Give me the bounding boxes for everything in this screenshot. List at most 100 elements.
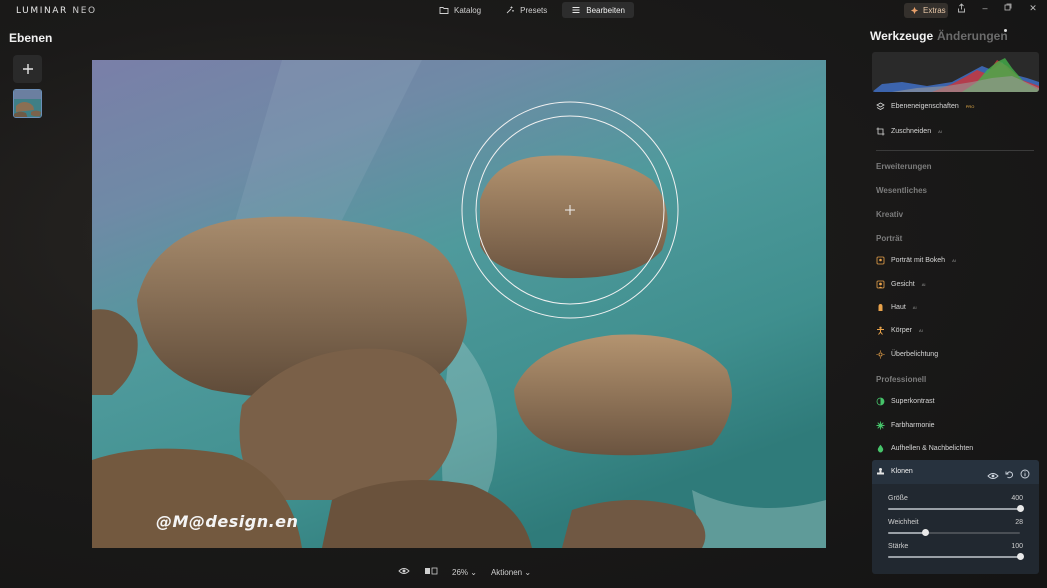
app-logo: LUMINAR NEO bbox=[16, 6, 97, 16]
face-icon bbox=[876, 280, 885, 289]
tab-bearbeiten[interactable]: Bearbeiten bbox=[562, 2, 634, 18]
notification-dot bbox=[1004, 29, 1007, 32]
slider-label-softness: Weichheit bbox=[888, 519, 919, 526]
slider-label-strength: Stärke bbox=[888, 543, 909, 550]
watermark-text: @M@design.en bbox=[156, 512, 299, 531]
tool-layer-properties-label: Ebeneneigenschaften bbox=[891, 103, 959, 110]
tool-color-harmony[interactable]: Farbharmonie bbox=[876, 421, 935, 430]
section-kreativ[interactable]: Kreativ bbox=[876, 210, 903, 219]
tool-face[interactable]: Gesicht AI bbox=[876, 280, 926, 289]
pro-badge: PRO bbox=[965, 104, 975, 109]
tool-crop[interactable]: Zuschneiden AI bbox=[876, 127, 942, 136]
close-icon[interactable]: ✕ bbox=[1026, 3, 1040, 14]
slider-softness[interactable] bbox=[888, 529, 1020, 536]
tool-body[interactable]: Körper AI bbox=[876, 326, 923, 335]
tool-supercontrast[interactable]: Superkontrast bbox=[876, 397, 935, 406]
tool-face-label: Gesicht bbox=[891, 281, 915, 288]
slider-softness-fill bbox=[888, 532, 925, 534]
stamp-icon bbox=[876, 467, 885, 476]
tab-tools[interactable]: Werkzeuge bbox=[870, 29, 933, 43]
tool-skin-label: Haut bbox=[891, 304, 906, 311]
slider-value-strength: 100 bbox=[1011, 543, 1023, 550]
body-icon bbox=[876, 326, 885, 335]
section-portraet[interactable]: Porträt bbox=[876, 234, 902, 243]
tab-bearbeiten-label: Bearbeiten bbox=[586, 5, 625, 15]
ai-badge: AI bbox=[938, 129, 942, 134]
chevron-down-icon: ⌄ bbox=[468, 567, 477, 577]
logo-sub: NEO bbox=[72, 6, 97, 16]
tool-clone[interactable]: Klonen bbox=[876, 467, 913, 476]
tool-clone-label: Klonen bbox=[891, 468, 913, 475]
section-wesentliches[interactable]: Wesentliches bbox=[876, 186, 927, 195]
tool-color-harmony-label: Farbharmonie bbox=[891, 422, 935, 429]
tool-crop-label: Zuschneiden bbox=[891, 128, 932, 135]
sun-icon bbox=[876, 350, 885, 359]
info-icon[interactable] bbox=[1020, 466, 1030, 484]
chevron-down-icon: ⌄ bbox=[522, 567, 532, 577]
extras-button[interactable]: Extras bbox=[904, 3, 948, 18]
slider-value-softness: 28 bbox=[1015, 519, 1023, 526]
slider-size-fill bbox=[888, 508, 1020, 510]
tool-portrait-bokeh[interactable]: Porträt mit Bokeh AI bbox=[876, 256, 956, 265]
slider-strength[interactable] bbox=[888, 553, 1024, 560]
zoom-select[interactable]: 26% ⌄ bbox=[452, 568, 477, 577]
tab-presets-label: Presets bbox=[520, 5, 548, 15]
bokeh-icon bbox=[876, 256, 885, 265]
slider-size-knob[interactable] bbox=[1016, 505, 1024, 512]
crop-icon bbox=[876, 127, 885, 136]
visibility-eye-icon[interactable] bbox=[987, 467, 999, 485]
ai-badge: AI bbox=[912, 305, 917, 310]
slider-label-size: Größe bbox=[888, 495, 908, 502]
contrast-icon bbox=[876, 397, 885, 406]
share-icon[interactable] bbox=[954, 3, 968, 15]
add-layer-button[interactable] bbox=[13, 55, 42, 83]
restore-icon[interactable] bbox=[1001, 3, 1015, 13]
section-professionell[interactable]: Professionell bbox=[876, 375, 926, 384]
actions-menu[interactable]: Aktionen ⌄ bbox=[491, 568, 531, 577]
bottom-toolbar: 26% ⌄ Aktionen ⌄ bbox=[398, 567, 531, 577]
slider-strength-fill bbox=[888, 556, 1020, 558]
compare-icon[interactable] bbox=[424, 567, 438, 577]
drop-icon bbox=[876, 444, 885, 453]
tool-overexposure[interactable]: Überbelichtung bbox=[876, 350, 938, 359]
tool-portrait-bokeh-label: Porträt mit Bokeh bbox=[891, 257, 946, 264]
minimize-icon[interactable]: – bbox=[978, 3, 992, 13]
plus-icon bbox=[22, 64, 33, 74]
divider bbox=[876, 150, 1034, 151]
slider-value-size: 400 bbox=[1011, 495, 1023, 502]
tool-layer-properties[interactable]: Ebeneneigenschaften PRO bbox=[876, 102, 974, 111]
ai-badge: AI bbox=[919, 328, 923, 333]
extras-icon bbox=[910, 6, 919, 15]
actions-label: Aktionen bbox=[490, 567, 523, 577]
slider-size[interactable] bbox=[888, 505, 1024, 512]
tab-presets[interactable]: Presets bbox=[496, 2, 556, 18]
photo-canvas[interactable] bbox=[92, 60, 826, 548]
sparkle-icon bbox=[506, 6, 514, 14]
extras-label: Extras bbox=[923, 6, 946, 15]
tool-supercontrast-label: Superkontrast bbox=[891, 398, 935, 405]
slider-softness-knob[interactable] bbox=[921, 529, 929, 536]
nav-tabs: Katalog Presets Bearbeiten bbox=[430, 2, 634, 18]
tool-skin[interactable]: Haut AI bbox=[876, 303, 917, 312]
layers-title: Ebenen bbox=[9, 31, 53, 45]
section-erweiterungen[interactable]: Erweiterungen bbox=[876, 162, 932, 171]
tab-katalog[interactable]: Katalog bbox=[430, 2, 490, 18]
layers-icon bbox=[876, 102, 885, 111]
slider-strength-knob[interactable] bbox=[1016, 553, 1024, 560]
zoom-value: 26% bbox=[452, 567, 469, 577]
sliders-icon bbox=[572, 7, 580, 13]
layer-thumbnail[interactable] bbox=[13, 89, 42, 118]
top-bar: LUMINAR NEO Katalog Presets Bearbeiten E… bbox=[0, 0, 1047, 22]
tool-dodge-burn-label: Aufhellen & Nachbelichten bbox=[891, 445, 974, 452]
histogram bbox=[872, 52, 1039, 92]
tool-body-label: Körper bbox=[891, 327, 913, 334]
gear-icon bbox=[876, 421, 885, 430]
tab-katalog-label: Katalog bbox=[454, 5, 482, 15]
tab-changes[interactable]: Änderungen bbox=[937, 29, 1008, 43]
reset-icon[interactable] bbox=[1005, 466, 1014, 484]
tool-dodge-burn[interactable]: Aufhellen & Nachbelichten bbox=[876, 444, 973, 453]
eye-icon[interactable] bbox=[398, 567, 410, 577]
ai-badge: AI bbox=[921, 282, 926, 287]
skin-icon bbox=[876, 303, 885, 312]
ai-badge: AI bbox=[952, 258, 956, 263]
